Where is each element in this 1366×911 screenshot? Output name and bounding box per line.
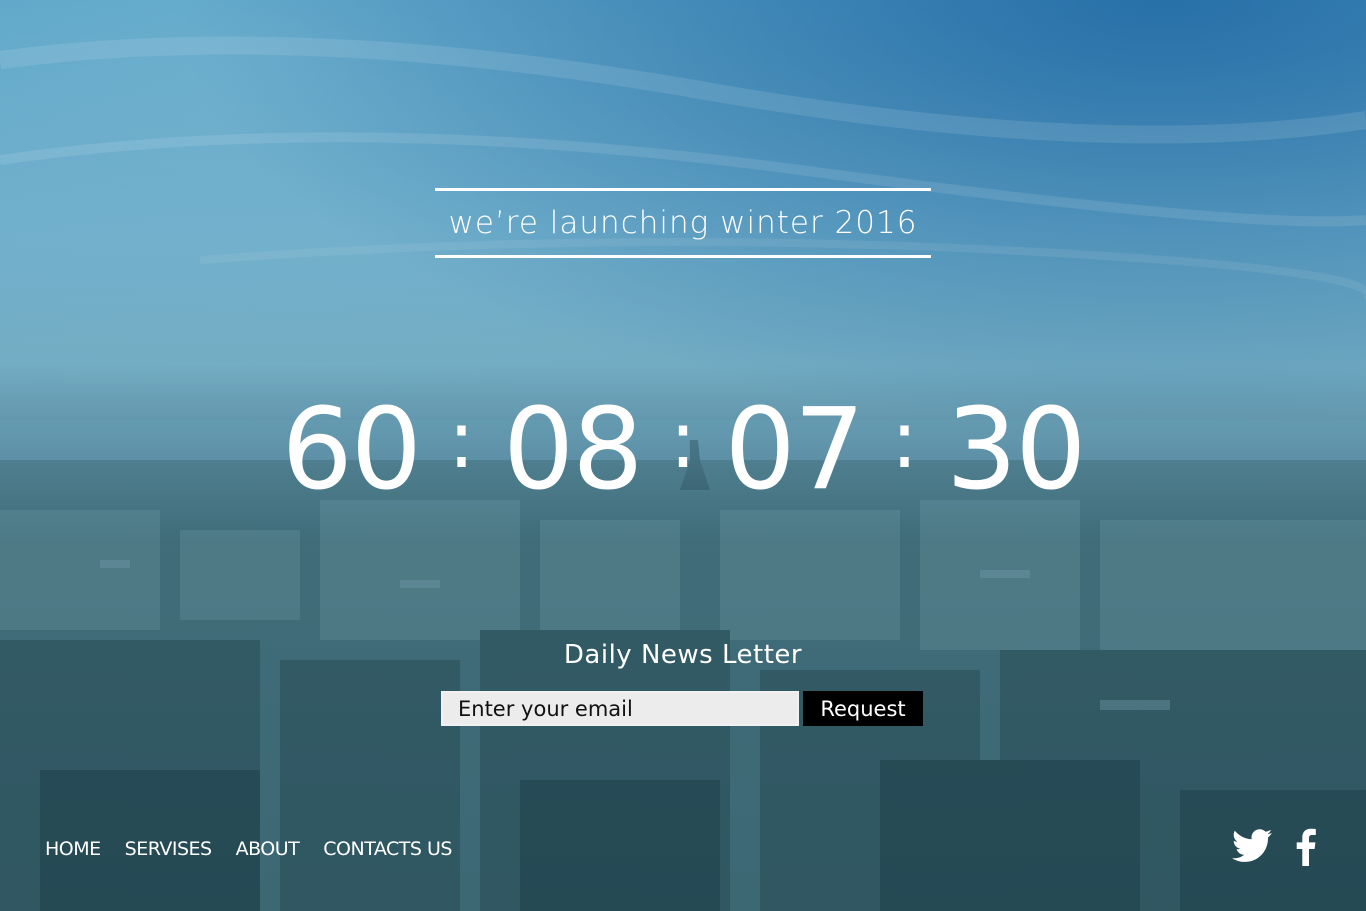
footer-nav: HOME SERVISES ABOUT CONTACTS US <box>45 838 476 860</box>
countdown-minutes: 07 <box>724 385 865 515</box>
countdown-separator: : <box>448 393 475 486</box>
launch-headline: we’re launching winter 2016 <box>448 205 918 241</box>
nav-item-about[interactable]: ABOUT <box>236 838 300 860</box>
countdown-separator: : <box>669 393 697 486</box>
nav-item-services[interactable]: SERVISES <box>125 838 212 860</box>
request-button[interactable]: Request <box>803 691 923 726</box>
nav-item-contacts[interactable]: CONTACTS US <box>323 838 452 860</box>
newsletter-title: Daily News Letter <box>563 640 803 670</box>
facebook-icon[interactable] <box>1294 828 1318 866</box>
countdown-hours: 08 <box>503 385 644 515</box>
countdown-seconds: 30 <box>945 385 1087 515</box>
nav-item-home[interactable]: HOME <box>45 838 101 860</box>
coming-soon-page: we’re launching winter 2016 60 : 08 : 07… <box>0 0 1366 911</box>
countdown-timer: 60 : 08 : 07 : 30 <box>240 385 1126 515</box>
email-input[interactable] <box>441 691 799 726</box>
twitter-icon[interactable] <box>1232 828 1272 864</box>
countdown-separator: : <box>890 393 918 486</box>
launch-headline-box: we’re launching winter 2016 <box>435 188 931 258</box>
countdown-days: 60 <box>281 385 423 515</box>
